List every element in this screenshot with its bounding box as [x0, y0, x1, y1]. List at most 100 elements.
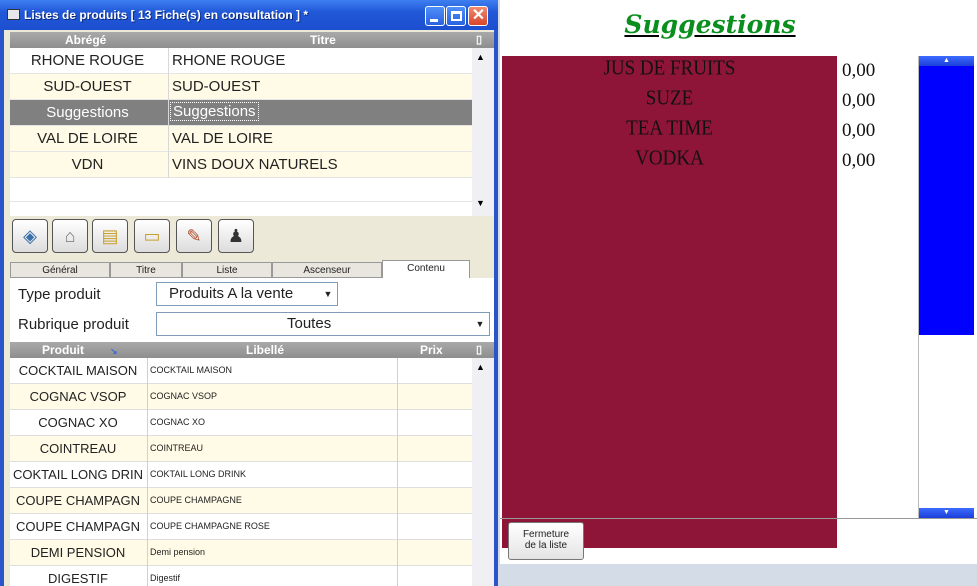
rubrique-produit-select[interactable]: Toutes ▼: [156, 312, 490, 336]
table-row[interactable]: COGNAC VSOP COGNAC VSOP: [10, 384, 472, 410]
toolbar: ◈ ⌂ ▤ ▭ ✎ ♟: [10, 216, 494, 256]
list-scrollbar[interactable]: ▲ ▼: [472, 48, 494, 216]
suggestion-item-name[interactable]: TEA TIME: [502, 117, 837, 141]
suggestions-scrollbar[interactable]: ▲ ▼: [918, 56, 974, 518]
tab-general[interactable]: Général: [10, 262, 110, 278]
table-row[interactable]: COCKTAIL MAISON COCKTAIL MAISON: [10, 358, 472, 384]
type-produit-value: Produits A la vente: [169, 285, 294, 302]
header-titre[interactable]: Titre: [310, 33, 336, 47]
minimize-button[interactable]: [425, 6, 445, 26]
scroll-up-icon[interactable]: ▲: [476, 52, 485, 62]
product-list-window: Listes de produits [ 13 Fiche(s) en cons…: [0, 0, 498, 586]
delete-icon: ⌂: [64, 226, 76, 246]
chevron-down-icon[interactable]: ▼: [473, 316, 487, 332]
suggestion-item-name[interactable]: VODKA: [502, 147, 837, 171]
header-produit[interactable]: Produit: [42, 343, 84, 357]
suggestion-item-price: 0,00: [842, 150, 876, 171]
row-abrege: SUD-OUEST: [43, 78, 132, 95]
list-grid: RHONE ROUGE RHONE ROUGE SUD-OUEST SUD-OU…: [10, 48, 494, 240]
list-row[interactable]: SUD-OUEST SUD-OUEST: [10, 74, 472, 100]
type-produit-select[interactable]: Produits A la vente ▼: [156, 282, 338, 306]
tab-liste[interactable]: Liste: [182, 262, 272, 278]
cell-produit: COUPE CHAMPAGN: [16, 493, 140, 508]
close-list-label-line1: Fermeture: [522, 529, 570, 540]
new-record-button[interactable]: ▤: [92, 219, 128, 253]
window-titlebar[interactable]: Listes de produits [ 13 Fiche(s) en cons…: [0, 0, 498, 30]
scroll-up-icon[interactable]: ▲: [476, 362, 485, 372]
suggestion-item-price: 0,00: [842, 90, 876, 111]
product-scrollbar[interactable]: ▲: [472, 358, 494, 586]
product-grid-header: Produit ↘ Libellé Prix ▯: [10, 342, 494, 358]
tab-strip: Général Titre Liste Ascenseur Contenu: [10, 260, 490, 280]
copy-record-button[interactable]: ▭: [134, 219, 170, 253]
cell-libelle: COINTREAU: [150, 443, 204, 453]
header-libelle[interactable]: Libellé: [246, 343, 284, 357]
list-row[interactable]: VDN VINS DOUX NATURELS: [10, 152, 472, 178]
list-row[interactable]: RHONE ROUGE RHONE ROUGE: [10, 48, 472, 74]
table-row[interactable]: DIGESTIF Digestif: [10, 566, 472, 586]
row-abrege: VAL DE LOIRE: [37, 130, 138, 147]
table-row[interactable]: DEMI PENSION Demi pension: [10, 540, 472, 566]
new-record-icon: ▤: [101, 226, 119, 246]
cell-libelle: COUPE CHAMPAGNE ROSE: [150, 521, 270, 531]
list-row[interactable]: VAL DE LOIRE VAL DE LOIRE: [10, 126, 472, 152]
presenter-button[interactable]: ♟: [218, 219, 254, 253]
row-titre: VAL DE LOIRE: [172, 130, 273, 147]
chevron-down-icon[interactable]: ▼: [321, 286, 335, 302]
minimize-icon: [430, 19, 438, 22]
row-abrege: Suggestions: [46, 104, 129, 121]
tab-titre[interactable]: Titre: [110, 262, 182, 278]
table-row[interactable]: COKTAIL LONG DRIN COKTAIL LONG DRINK: [10, 462, 472, 488]
sort-icon: ↘: [110, 346, 118, 356]
presenter-icon: ♟: [227, 226, 245, 246]
cell-produit: COKTAIL LONG DRIN: [12, 467, 144, 482]
close-button[interactable]: ✕: [468, 6, 488, 26]
suggestion-item-name[interactable]: SUZE: [502, 87, 837, 111]
cell-produit: DEMI PENSION: [30, 545, 126, 560]
tab-ascenseur[interactable]: Ascenseur: [272, 262, 382, 278]
cell-libelle: Demi pension: [150, 547, 206, 557]
row-abrege: VDN: [71, 156, 104, 173]
scroll-thumb[interactable]: [919, 66, 974, 335]
cell-produit: DIGESTIF: [48, 571, 108, 586]
rubrique-produit-value: Toutes: [287, 315, 332, 332]
delete-button[interactable]: ⌂: [52, 219, 88, 253]
close-list-button[interactable]: Fermeture de la liste: [508, 522, 584, 560]
tab-contenu[interactable]: Contenu: [382, 260, 470, 280]
row-titre: Suggestions: [170, 102, 259, 121]
close-icon: ✕: [471, 7, 486, 24]
close-list-label-line2: de la liste: [524, 540, 568, 551]
product-grid: COCKTAIL MAISON COCKTAIL MAISON COGNAC VS…: [10, 358, 494, 586]
header-prix[interactable]: Prix: [420, 343, 443, 357]
suggestion-item-name[interactable]: JUS DE FRUITS: [502, 57, 837, 81]
edit-button[interactable]: ✎: [176, 219, 212, 253]
cell-produit: COINTREAU: [39, 441, 117, 456]
maximize-button[interactable]: [446, 6, 466, 26]
row-titre: SUD-OUEST: [172, 78, 261, 95]
cell-produit: COCKTAIL MAISON: [18, 363, 138, 378]
column-chooser-icon[interactable]: ▯: [476, 343, 482, 356]
scroll-down-icon[interactable]: ▼: [476, 198, 485, 208]
row-titre: RHONE ROUGE: [172, 52, 286, 69]
cell-libelle: COKTAIL LONG DRINK: [150, 469, 247, 479]
cell-libelle: Digestif: [150, 573, 181, 583]
table-row[interactable]: COUPE CHAMPAGN COUPE CHAMPAGNE ROSE: [10, 514, 472, 540]
table-row[interactable]: COINTREAU COINTREAU: [10, 436, 472, 462]
scroll-down-icon[interactable]: ▼: [919, 508, 974, 518]
header-abrege[interactable]: Abrégé: [65, 33, 106, 47]
export-button[interactable]: ◈: [12, 219, 48, 253]
list-row-selected[interactable]: Suggestions Suggestions: [10, 100, 472, 126]
maximize-icon: [451, 11, 462, 21]
bottom-strip: [500, 564, 977, 586]
list-row-empty[interactable]: [10, 178, 472, 202]
suggestion-item-price: 0,00: [842, 120, 876, 141]
row-titre: VINS DOUX NATURELS: [172, 156, 338, 173]
cell-libelle: COUPE CHAMPAGNE: [150, 495, 242, 505]
divider: [500, 518, 977, 519]
export-icon: ◈: [23, 226, 37, 246]
scroll-up-icon[interactable]: ▲: [919, 56, 974, 66]
table-row[interactable]: COGNAC XO COGNAC XO: [10, 410, 472, 436]
cell-produit: COGNAC XO: [38, 415, 118, 430]
column-chooser-icon[interactable]: ▯: [476, 33, 482, 46]
table-row[interactable]: COUPE CHAMPAGN COUPE CHAMPAGNE: [10, 488, 472, 514]
